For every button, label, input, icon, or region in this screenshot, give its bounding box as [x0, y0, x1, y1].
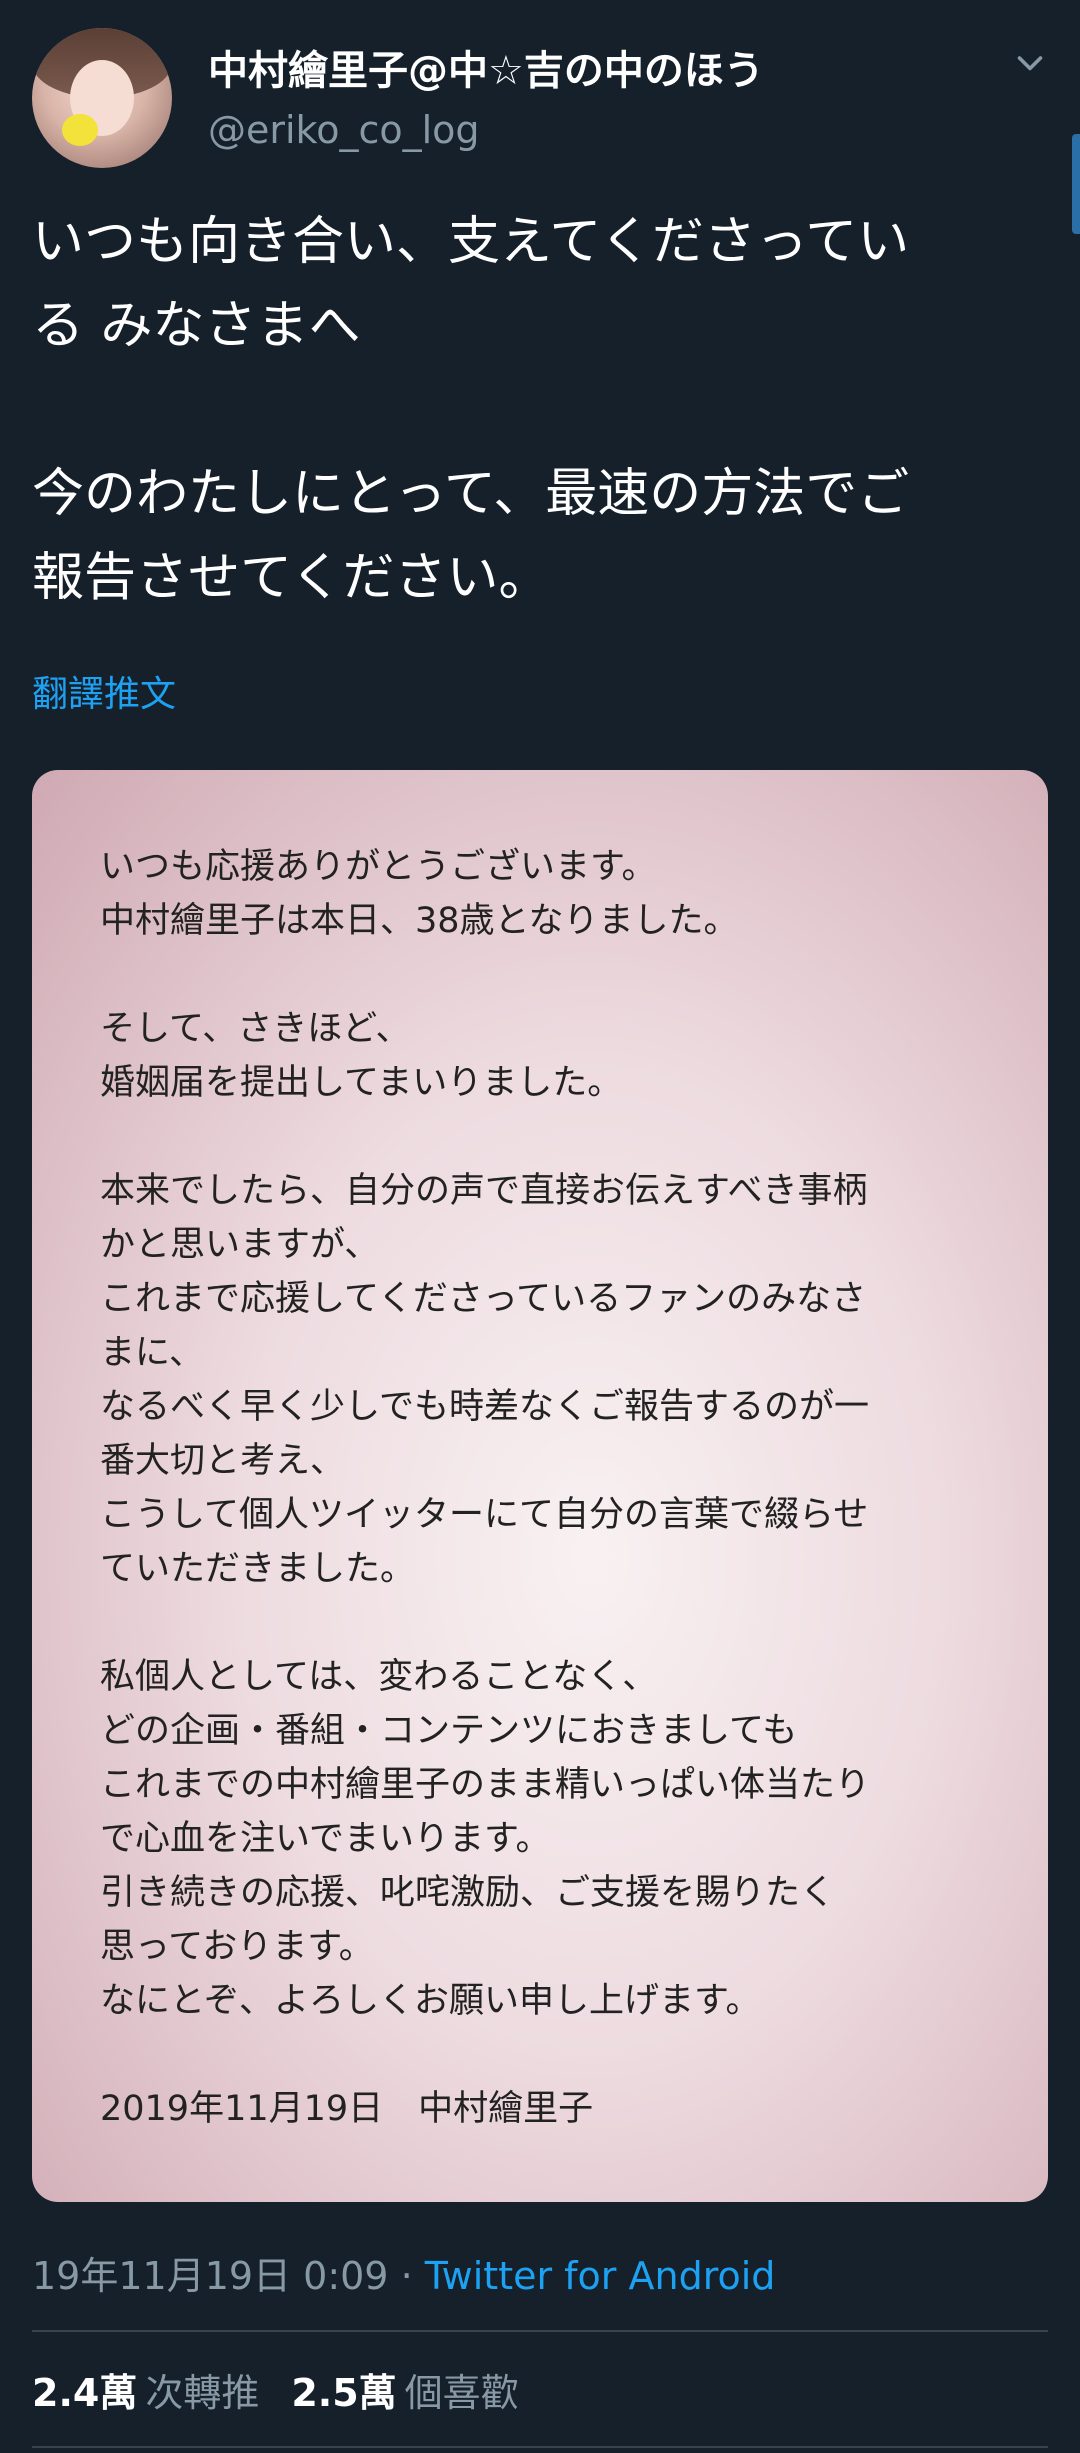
- card-line: これまで応援してくださっているファンのみなさ: [100, 1279, 867, 1319]
- card-line: 中村繪里子は本日、38歳となりました。: [100, 901, 739, 941]
- user-handle[interactable]: @eriko_co_log: [208, 108, 480, 152]
- likes-label: 個喜歡: [404, 2371, 519, 2415]
- card-text: いつも応援ありがとうございます。 中村繪里子は本日、38歳となりました。 そして…: [100, 840, 1000, 2136]
- translate-tweet-link[interactable]: 翻譯推文: [32, 665, 176, 717]
- card-line: 本来でしたら、自分の声で直接お伝えすべき事柄: [100, 1171, 868, 1211]
- avatar[interactable]: [32, 28, 172, 168]
- divider: [32, 2446, 1048, 2448]
- card-line: そして、さきほど、: [100, 1009, 411, 1049]
- avatar-lemon: [62, 114, 98, 146]
- tweet-line: る みなさまへ: [32, 296, 361, 356]
- card-line: ていただきました。: [100, 1549, 416, 1589]
- display-name[interactable]: 中村繪里子@中☆吉の中のほう: [208, 38, 764, 96]
- card-line: これまでの中村繪里子のまま精いっぱい体当たり: [100, 1765, 871, 1805]
- card-line: 引き続きの応援、叱咤激励、ご支援を賜りたく: [100, 1873, 836, 1913]
- card-line: で心血を注いでまいります。: [100, 1819, 551, 1859]
- card-line: 思っております。: [100, 1927, 374, 1967]
- card-line: いつも応援ありがとうございます。: [100, 847, 657, 887]
- card-signature-line: 2019年11月19日 中村繪里子: [100, 2089, 594, 2129]
- chevron-down-icon[interactable]: [1012, 46, 1048, 82]
- tweet-stats: 2.4萬 次轉推 2.5萬 個喜歡: [32, 2362, 551, 2417]
- tweet-timestamp[interactable]: 19年11月19日 0:09: [32, 2254, 388, 2298]
- card-line-blank: [100, 1596, 1000, 1650]
- card-line-blank: [100, 948, 1000, 1002]
- tweet-meta: 19年11月19日 0:09 · Twitter for Android: [32, 2245, 775, 2300]
- likes-stat[interactable]: 2.5萬 個喜歡: [291, 2371, 550, 2415]
- tweet-line: 報告させてください。: [32, 548, 551, 608]
- card-line-blank: [100, 2028, 1000, 2082]
- retweets-label: 次轉推: [145, 2371, 260, 2415]
- retweets-count: 2.4萬: [32, 2371, 138, 2415]
- divider: [32, 2330, 1048, 2332]
- card-line: 婚姻届を提出してまいりました。: [100, 1063, 623, 1103]
- card-line: 番大切と考え、: [100, 1441, 346, 1481]
- card-line: かと思いますが、: [100, 1225, 380, 1265]
- tweet-source-link[interactable]: Twitter for Android: [425, 2254, 776, 2298]
- card-line: こうして個人ツイッターにて自分の言葉で綴らせ: [100, 1495, 869, 1535]
- tweet-text: いつも向き合い、支えてくださってい る みなさまへ 今のわたしにとって、最速の方…: [32, 200, 1048, 620]
- card-line: まに、: [100, 1333, 204, 1373]
- scroll-indicator[interactable]: [1072, 134, 1080, 234]
- tweet-line: いつも向き合い、支えてくださってい: [32, 212, 910, 272]
- attached-image-card[interactable]: いつも応援ありがとうございます。 中村繪里子は本日、38歳となりました。 そして…: [32, 770, 1048, 2202]
- meta-separator: ·: [388, 2254, 425, 2298]
- card-line: なるべく早く少しでも時差なくご報告するのが一: [100, 1387, 869, 1427]
- card-line: なにとぞ、よろしくお願い申し上げます。: [100, 1981, 761, 2021]
- likes-count: 2.5萬: [291, 2371, 397, 2415]
- tweet-header: 中村繪里子@中☆吉の中のほう @eriko_co_log: [32, 28, 1048, 168]
- card-line-blank: [100, 1110, 1000, 1164]
- tweet-line: 今のわたしにとって、最速の方法でご: [32, 464, 910, 524]
- card-line: どの企画・番組・コンテンツにおきましても: [100, 1711, 798, 1751]
- card-line: 私個人としては、変わることなく、: [100, 1657, 658, 1697]
- retweets-stat[interactable]: 2.4萬 次轉推: [32, 2371, 291, 2415]
